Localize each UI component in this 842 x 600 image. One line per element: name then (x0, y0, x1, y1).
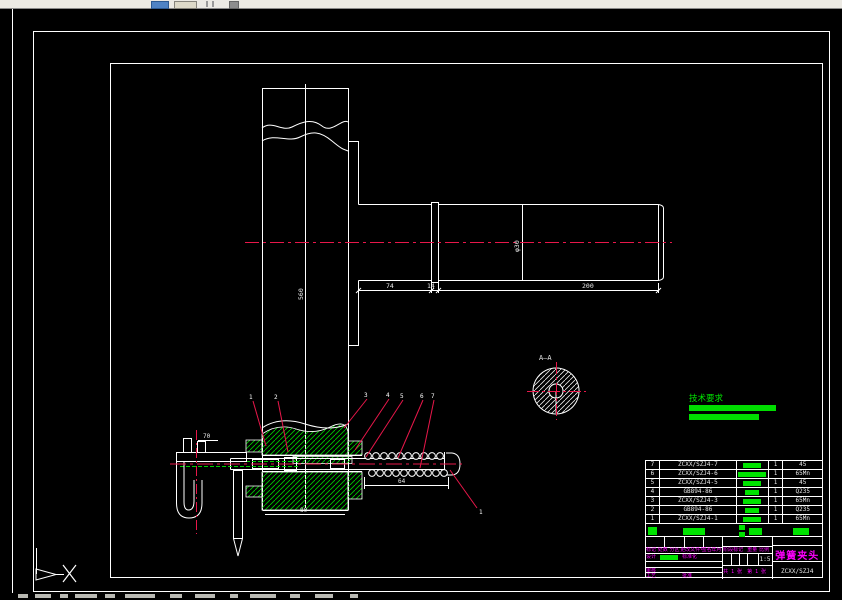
bom-row: 4 GB894-86 1 Q235 (646, 488, 822, 497)
drawing-number: ZCXX/SZJ4 (781, 568, 814, 575)
bom-row: 5 ZCXX/SZJ4-5 1 45 (646, 479, 822, 488)
redacted-name-bar (738, 471, 767, 477)
section-label: A—A (539, 354, 552, 362)
label-sheets: 共 1 张 (723, 569, 743, 575)
label-date: 年月日 (711, 547, 722, 553)
svg-text:6: 6 (420, 393, 424, 400)
label-zone: 分区 (669, 547, 680, 553)
redacted-name-bar (660, 555, 678, 560)
label-weight: 重量 (747, 547, 758, 553)
label-mark: 标记 (646, 547, 657, 553)
label-scale: 比例 (759, 547, 770, 553)
section-view-aa: A—A (527, 354, 586, 420)
label-design: 设计 (646, 554, 657, 560)
svg-text:14: 14 (427, 282, 435, 290)
redacted-text-bar (689, 405, 776, 411)
redacted-name-bar (743, 498, 762, 504)
redacted-text-bar (689, 414, 759, 420)
label-stage: 阶段标记 (723, 547, 744, 553)
tech-requirements: 技术要求 (689, 393, 776, 420)
bom-row: 1 ZCXX/SZJ4-1 1 65Mn (646, 515, 822, 524)
revision-zone: 标记 处数 分区 更改文件号 签名 年月日 设计 标准化 审核 工艺 (646, 537, 724, 579)
command-line-sliver[interactable] (0, 593, 842, 600)
collet-assembly: 70 80 64 (170, 420, 462, 557)
stage-zone: 阶段标记 重量 比例 1:5 共 1 张 第 1 张 (723, 537, 773, 579)
svg-text:2: 2 (274, 394, 278, 401)
drawing-title: 弹簧夹头 (775, 551, 820, 562)
redacted-name-bar (743, 516, 762, 522)
svg-text:74: 74 (386, 282, 394, 290)
left-bracket (176, 438, 247, 557)
svg-text:1: 1 (249, 394, 253, 401)
redacted-name-bar (745, 489, 760, 495)
svg-text:7: 7 (431, 393, 435, 400)
svg-text:5: 5 (400, 393, 404, 400)
redacted-name-bar (745, 507, 760, 513)
label-sign: 签名 (701, 547, 712, 553)
label-count: 处数 (657, 547, 668, 553)
svg-text:3: 3 (364, 392, 368, 399)
bom-row: 2 GB894-86 1 Q235 (646, 506, 822, 515)
svg-text:64: 64 (398, 478, 406, 485)
tech-requirements-title: 技术要求 (689, 393, 724, 404)
label-check: 审核 (646, 568, 657, 572)
label-standardize: 标准化 (682, 554, 698, 560)
cylinder-length-dim: 560 (297, 288, 305, 300)
bom-row: 7 ZCXX/SZJ4-7 1 45 (646, 461, 822, 470)
cad-canvas[interactable]: φ30 560 74 14 200 A—A 技术要求 70 80 64 1 2 … (0, 0, 842, 600)
redacted-name-bar (743, 480, 762, 486)
bom-header-row (646, 524, 822, 537)
svg-text:4: 4 (386, 392, 390, 399)
ucs-icon (35, 548, 77, 583)
svg-text:1: 1 (479, 509, 483, 516)
bom-row: 3 ZCXX/SZJ4-3 1 65Mn (646, 497, 822, 506)
label-process: 工艺 (646, 573, 657, 579)
title-block-lower: 标记 处数 分区 更改文件号 签名 年月日 设计 标准化 审核 工艺 (646, 537, 822, 579)
drawing-title-zone: 弹簧夹头 ZCXX/SZJ4 (772, 537, 822, 579)
scale-value: 1:5 (759, 556, 771, 563)
label-approve: 批准 (682, 573, 693, 579)
label-sheet-no: 第 1 张 (747, 569, 767, 575)
svg-text:70: 70 (203, 433, 211, 440)
redacted-name-bar (743, 462, 762, 468)
label-change-file: 更改文件号 (680, 547, 701, 553)
ucs-x-glyph (62, 564, 77, 583)
shaft-dimensions: 74 14 200 (355, 282, 662, 294)
shaft-dia-dim: φ30 (513, 240, 521, 252)
title-block: 7 ZCXX/SZJ4-7 1 45 6 ZCXX/SZJ4-6 1 65Mn … (645, 460, 823, 579)
svg-text:80: 80 (300, 507, 308, 514)
svg-text:200: 200 (582, 282, 594, 290)
bom-row: 6 ZCXX/SZJ4-6 1 65Mn (646, 470, 822, 479)
